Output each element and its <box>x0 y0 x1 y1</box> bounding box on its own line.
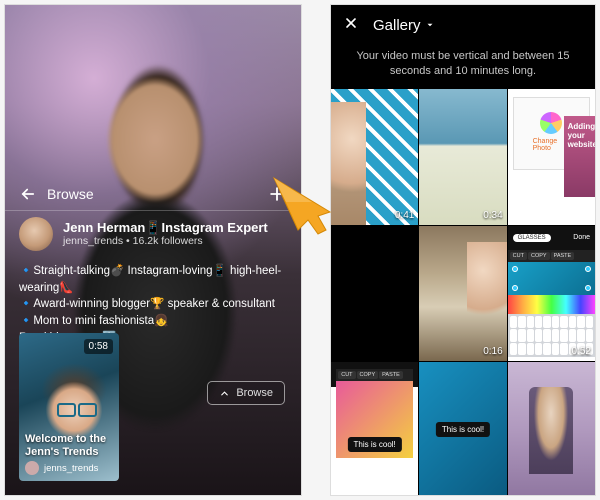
editor-menu: CUT COPY PASTE <box>508 250 595 262</box>
gallery-item[interactable] <box>331 226 418 362</box>
gallery-grid: 0:41 0:34 Change Photo Adding your websi… <box>331 89 595 496</box>
color-picker <box>508 295 595 314</box>
gallery-item[interactable]: GLASSES Done CUT COPY PASTE This is cool… <box>331 362 418 496</box>
editor-bar: GLASSES Done <box>508 226 595 250</box>
arrow-left-icon <box>19 185 37 203</box>
gallery-item[interactable]: 0:16 <box>419 226 506 362</box>
duration-badge: 0:16 <box>483 346 502 357</box>
menu-copy: COPY <box>357 371 379 379</box>
channel-name: Jenn Herman📱Instagram Expert <box>63 221 268 236</box>
editor-canvas <box>508 262 595 295</box>
gallery-item[interactable]: 0:34 <box>419 89 506 225</box>
duration-badge: 0:58 <box>84 339 113 354</box>
close-button[interactable] <box>343 15 359 36</box>
gallery-source-dropdown[interactable]: Gallery <box>373 17 435 34</box>
gallery-hint: Your video must be vertical and between … <box>331 45 595 89</box>
channel-meta: jenns_trends • 16.2k followers <box>63 235 268 247</box>
bio-line: 🔹Straight-talking💣 Instagram-loving📱 hig… <box>19 263 287 296</box>
glasses-icon <box>57 403 97 415</box>
menu-cut: CUT <box>338 371 355 379</box>
upload-plus-button[interactable] <box>267 184 287 204</box>
editor-pill: GLASSES <box>513 234 551 242</box>
channel-header[interactable]: Jenn Herman📱Instagram Expert jenns_trend… <box>19 217 287 251</box>
gallery-header: Gallery <box>331 5 595 45</box>
gallery-item[interactable] <box>508 362 595 496</box>
text-sticker: This is cool! <box>348 437 402 452</box>
gallery-item[interactable]: Change Photo Adding your website <box>508 89 595 225</box>
channel-topbar: Browse <box>5 177 301 211</box>
video-card[interactable]: 0:58 Welcome to the Jenn's Trends jenns_… <box>19 333 119 481</box>
compass-icon <box>219 388 230 399</box>
video-user-row: jenns_trends <box>25 461 98 475</box>
chevron-down-icon <box>425 20 435 30</box>
menu-paste: PASTE <box>379 371 403 379</box>
menu-cut: CUT <box>510 252 527 260</box>
avatar <box>25 461 39 475</box>
video-title: Welcome to the Jenn's Trends <box>25 433 113 459</box>
promo-overlay: Adding your website <box>564 116 595 198</box>
text-sticker: This is cool! <box>436 422 490 437</box>
duration-badge: 0:34 <box>483 210 502 221</box>
browse-label: Browse <box>47 186 94 202</box>
gallery-picker-screen: Gallery Your video must be vertical and … <box>330 4 596 496</box>
gallery-item[interactable]: This is cool! <box>419 362 506 496</box>
avatar <box>19 217 53 251</box>
bio-line: 🔹Award-winning blogger🏆 speaker & consul… <box>19 296 287 313</box>
gallery-item[interactable]: 0:41 <box>331 89 418 225</box>
gradient-ring-icon <box>540 112 562 134</box>
channel-text: Jenn Herman📱Instagram Expert jenns_trend… <box>63 221 268 248</box>
close-icon <box>343 15 359 31</box>
duration-badge: 0:52 <box>572 346 591 357</box>
menu-paste: PASTE <box>551 252 575 260</box>
gallery-item[interactable]: GLASSES Done CUT COPY PASTE 0:52 <box>508 226 595 362</box>
gallery-title: Gallery <box>373 17 421 34</box>
browse-chip-label: Browse <box>236 387 273 399</box>
bio-line: 🔹Mom to mini fashionista👧 <box>19 313 287 330</box>
duration-badge: 0:41 <box>395 210 414 221</box>
browse-button[interactable]: Browse <box>207 381 285 405</box>
editor-menu: CUT COPY PASTE <box>336 369 413 381</box>
promo-text: Adding your website <box>564 116 595 156</box>
video-user: jenns_trends <box>44 463 98 474</box>
done-label: Done <box>573 234 590 241</box>
menu-copy: COPY <box>528 252 550 260</box>
back-browse-button[interactable]: Browse <box>19 185 94 203</box>
igtv-channel-screen: Browse Jenn Herman📱Instagram Expert jenn… <box>4 4 302 496</box>
